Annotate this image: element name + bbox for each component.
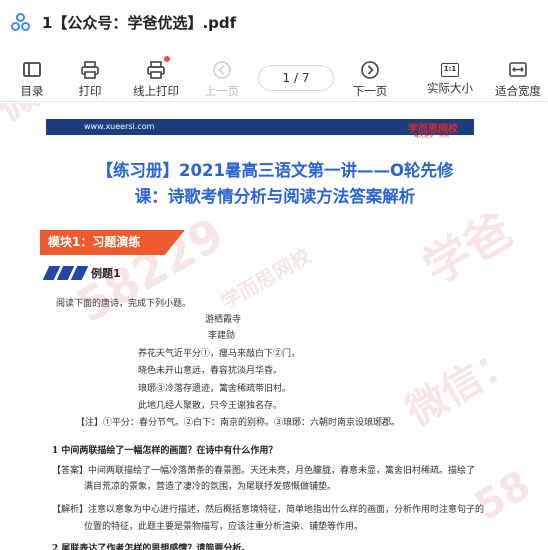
fit-width-label: 适合宽度 [495, 84, 541, 98]
answer-line-2: 满目荒凉的景象，营造了凄冷的氛围，为尾联抒发感慨做铺垫。 [84, 482, 337, 492]
document-title: 1【公众号：学爸优选】.pdf [42, 13, 237, 32]
prev-page-button[interactable]: 上一页 [192, 56, 252, 100]
online-print-label: 线上打印 [133, 84, 179, 98]
heading-line-2: 课：诗歌考情分析与阅读方法答案解析 [134, 187, 416, 206]
document-heading: 【练习册】2021暑高三语文第一讲——O轮先修 课：诗歌考情分析与阅读方法答案解… [50, 158, 500, 210]
watermark: 微信： [398, 335, 526, 436]
intro-text: 阅读下面的唐诗，完成下列小题。 [56, 299, 192, 309]
actual-size-label: 实际大小 [427, 81, 473, 95]
question-2: 2 尾联表达了作者怎样的思想感情？请简要分析。 [52, 544, 251, 550]
pdf-page: www.xueersi.com 学而思网校 每天进步一点点 【练习册】2021暑… [0, 103, 548, 550]
outline-icon [22, 60, 42, 80]
brand-tagline: 每天进步一点点 [414, 133, 450, 139]
poem-line: 养花天气近平分①，瘦马来敲白下②门， [138, 349, 301, 359]
poem-note: 【注】①平分：春分节气。②白下：南京的别称。③琅琊：六朝时南京设琅琊郡。 [76, 418, 401, 428]
outline-label: 目录 [20, 84, 44, 98]
question-1: 1 中间两联描绘了一幅怎样的画面？在诗中有什么作用？ [52, 446, 278, 456]
fit-width-button[interactable]: 适合宽度 [488, 56, 548, 100]
module-banner: 模块1：习题演练 [40, 230, 185, 255]
heading-line-1: 【练习册】2021暑高三语文第一讲——O轮先修 [96, 161, 454, 180]
watermark: 学爸 [370, 103, 483, 118]
poem-title: 游栖霞寺 [205, 315, 242, 325]
next-page-label: 下一页 [352, 84, 388, 98]
actual-size-icon: 1:1 [441, 63, 459, 77]
fit-width-icon [508, 60, 528, 80]
outline-button[interactable]: 目录 [2, 56, 62, 100]
prev-page-label: 上一页 [204, 84, 240, 98]
poem-line: 晓色未开山意远，春容犹淡月华昏。 [138, 366, 283, 376]
print-label: 打印 [78, 84, 102, 98]
poem-line: 此地几经人聚散，只今王谢独名存。 [138, 401, 283, 411]
title-bar: 1【公众号：学爸优选】.pdf [0, 0, 548, 44]
actual-size-button[interactable]: 1:1 实际大小 [420, 56, 480, 100]
watermark: 58 [467, 462, 539, 530]
chevron-left-circle-icon [212, 60, 232, 80]
example-marker-icon [42, 266, 89, 280]
banner-url: www.xueersi.com [84, 122, 155, 131]
example-title: 例题1 [91, 267, 121, 280]
chevron-right-circle-icon [360, 60, 380, 80]
answer-line-1: 【答案】中间两联描绘了一幅冷落萧条的春景图。天还未亮，月色朦胧，春意未显，篱舍旧… [52, 466, 476, 476]
toolbar: 目录 打印 线上打印 上一页 1 / 7 下一页 1:1 实际大小 适合宽度 [0, 50, 548, 102]
poem-author: 李建勋 [208, 331, 236, 341]
watermark: 学而思网校 [216, 243, 316, 315]
analysis-line-1: 【解析】注意以意象为中心进行描述，然后概括意境特征，简单地指出什么样的画面，分析… [52, 505, 485, 515]
poem-line: 琅琊③冷落存遗迹，篱舍稀疏带旧村。 [138, 384, 292, 394]
app-logo-icon [10, 11, 32, 33]
notification-dot [164, 56, 170, 62]
print-button[interactable]: 打印 [60, 56, 120, 100]
page-indicator[interactable]: 1 / 7 [258, 65, 334, 91]
online-printer-icon [146, 56, 170, 80]
next-page-button[interactable]: 下一页 [340, 56, 400, 100]
online-print-button[interactable]: 线上打印 [126, 56, 186, 100]
printer-icon [80, 60, 100, 80]
analysis-line-2: 位置的特征，此题主要是景物描写，应该注重分析渲染、铺垫等作用。 [84, 522, 364, 532]
